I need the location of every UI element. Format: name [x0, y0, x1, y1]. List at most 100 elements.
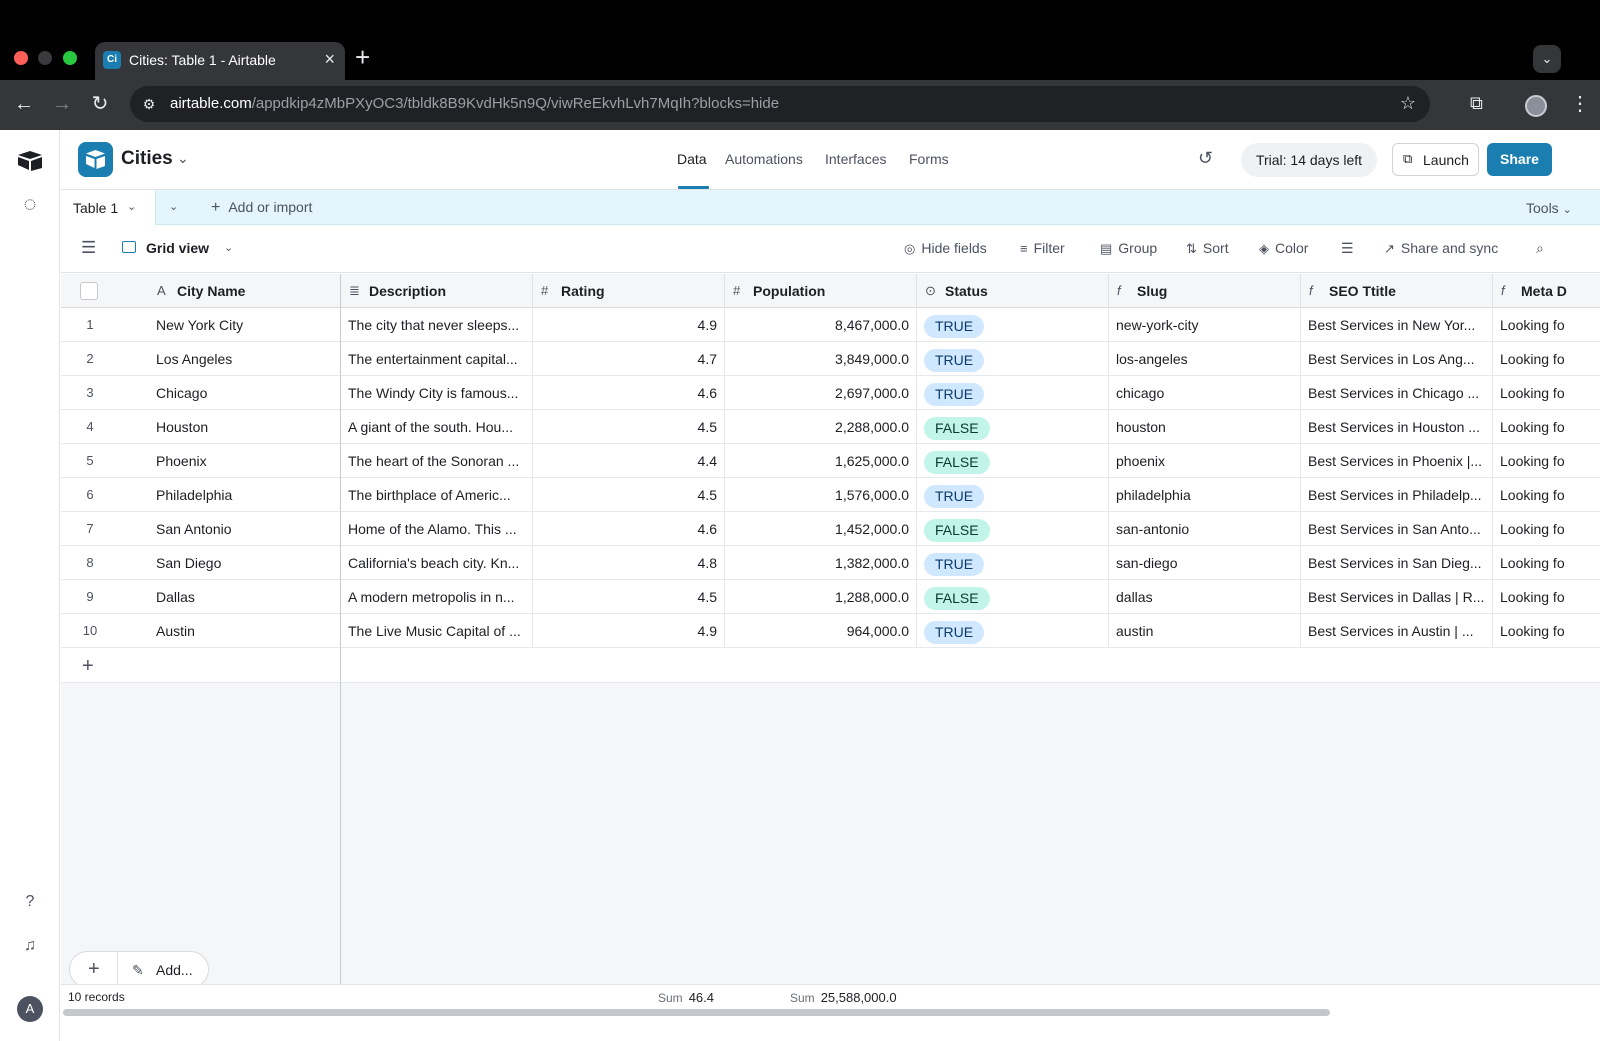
site-settings-icon[interactable]: ⚙ [140, 95, 158, 113]
group-button[interactable]: ▤ Group [1100, 240, 1157, 257]
add-or-import-button[interactable]: + Add or import [211, 199, 312, 217]
history-icon[interactable]: ↺ [1198, 148, 1213, 169]
cell-status[interactable]: FALSE [917, 444, 1109, 478]
cell-description[interactable]: The birthplace of Americ... [341, 478, 533, 512]
cell-rating[interactable]: 4.5 [533, 410, 725, 444]
cell-city-name[interactable]: Houston [149, 410, 341, 444]
all-tables-chevron-icon[interactable]: ⌄ [169, 200, 178, 213]
cell-city-name[interactable]: New York City [149, 308, 341, 342]
cell-description[interactable]: The Live Music Capital of ... [341, 614, 533, 648]
cell-slug[interactable]: chicago [1109, 376, 1301, 410]
table-row[interactable]: 1 New York City The city that never sleeps… [61, 308, 1600, 342]
reload-icon[interactable]: ↻ [86, 90, 114, 118]
view-menu-chevron-icon[interactable]: ⌄ [224, 241, 233, 254]
cell-city-name[interactable]: Los Angeles [149, 342, 341, 376]
window-close-button[interactable] [14, 51, 28, 65]
forward-arrow-icon[interactable]: → [48, 90, 76, 118]
column-header-status[interactable]: ⊙ Status [917, 274, 1109, 308]
cell-seo-title[interactable]: Best Services in Chicago ... [1301, 376, 1493, 410]
column-header-slug[interactable]: f Slug [1109, 274, 1301, 308]
cell-slug[interactable]: san-diego [1109, 546, 1301, 580]
tab-forms[interactable]: Forms [909, 151, 949, 167]
table-row[interactable]: 10 Austin The Live Music Capital of ... 4.9… [61, 614, 1600, 648]
cell-meta-description[interactable]: Looking fo [1493, 376, 1600, 410]
cell-status[interactable]: FALSE [917, 512, 1109, 546]
cell-city-name[interactable]: San Antonio [149, 512, 341, 546]
cell-rating[interactable]: 4.4 [533, 444, 725, 478]
sort-button[interactable]: ⇅ Sort [1186, 240, 1229, 257]
cell-description[interactable]: The entertainment capital... [341, 342, 533, 376]
cell-description[interactable]: The city that never sleeps... [341, 308, 533, 342]
cell-rating[interactable]: 4.6 [533, 512, 725, 546]
extensions-icon[interactable]: ⧉ [1470, 93, 1483, 114]
base-icon[interactable] [78, 142, 113, 177]
base-menu-chevron-icon[interactable]: ⌄ [177, 150, 189, 167]
column-header-population[interactable]: # Population [725, 274, 917, 308]
cell-city-name[interactable]: Phoenix [149, 444, 341, 478]
cell-population[interactable]: 3,849,000.0 [725, 342, 917, 376]
share-and-sync-button[interactable]: ↗ Share and sync [1384, 240, 1498, 257]
cell-description[interactable]: The Windy City is famous... [341, 376, 533, 410]
new-tab-icon[interactable]: + [355, 44, 370, 70]
rating-sum[interactable]: Sum 46.4 [658, 990, 714, 1005]
cell-description[interactable]: The heart of the Sonoran ... [341, 444, 533, 478]
address-bar[interactable]: ⚙ airtable.com/appdkip4zMbPXyOC3/tbldk8B… [130, 86, 1430, 122]
notifications-bell-icon[interactable]: ♫ [18, 934, 42, 958]
window-zoom-button[interactable] [63, 51, 77, 65]
cell-status[interactable]: TRUE [917, 546, 1109, 580]
cell-rating[interactable]: 4.7 [533, 342, 725, 376]
column-header-city-name[interactable]: A City Name [149, 274, 341, 308]
cell-population[interactable]: 1,576,000.0 [725, 478, 917, 512]
cell-meta-description[interactable]: Looking fo [1493, 410, 1600, 444]
cell-meta-description[interactable]: Looking fo [1493, 478, 1600, 512]
cell-description[interactable]: Home of the Alamo. This ... [341, 512, 533, 546]
cell-description[interactable]: A giant of the south. Hou... [341, 410, 533, 444]
cell-seo-title[interactable]: Best Services in Houston ... [1301, 410, 1493, 444]
column-header-meta-description[interactable]: f Meta D [1493, 274, 1600, 308]
cell-slug[interactable]: austin [1109, 614, 1301, 648]
cell-population[interactable]: 1,452,000.0 [725, 512, 917, 546]
cell-slug[interactable]: los-angeles [1109, 342, 1301, 376]
tab-interfaces[interactable]: Interfaces [825, 151, 886, 167]
window-minimize-button[interactable] [38, 51, 52, 65]
browser-tab[interactable]: Ci Cities: Table 1 - Airtable × [95, 42, 345, 80]
cell-description[interactable]: A modern metropolis in n... [341, 580, 533, 614]
population-sum[interactable]: Sum 25,588,000.0 [790, 990, 897, 1005]
add-plus-icon[interactable]: + [88, 958, 100, 981]
cell-rating[interactable]: 4.6 [533, 376, 725, 410]
base-name[interactable]: Cities [121, 148, 173, 170]
cell-city-name[interactable]: Chicago [149, 376, 341, 410]
tab-close-icon[interactable]: × [324, 49, 335, 70]
cell-status[interactable]: FALSE [917, 580, 1109, 614]
table-row[interactable]: 6 Philadelphia The birthplace of Americ...… [61, 478, 1600, 512]
add-record-plus-icon[interactable]: + [82, 655, 94, 678]
column-header-rating[interactable]: # Rating [533, 274, 725, 308]
table-row[interactable]: 8 San Diego California's beach city. Kn...… [61, 546, 1600, 580]
table-tab-table-1[interactable]: Table 1 ⌄ [61, 190, 156, 226]
cell-population[interactable]: 2,697,000.0 [725, 376, 917, 410]
row-height-icon[interactable]: ☰ [1341, 240, 1354, 257]
profile-avatar-icon[interactable] [1525, 95, 1547, 117]
magic-wand-icon[interactable]: ✎ [132, 962, 144, 979]
cell-description[interactable]: California's beach city. Kn... [341, 546, 533, 580]
table-row[interactable]: 2 Los Angeles The entertainment capital...… [61, 342, 1600, 376]
table-row[interactable]: 7 San Antonio Home of the Alamo. This ... 4… [61, 512, 1600, 546]
cell-meta-description[interactable]: Looking fo [1493, 512, 1600, 546]
share-button[interactable]: Share [1487, 143, 1552, 176]
cell-status[interactable]: TRUE [917, 308, 1109, 342]
cell-status[interactable]: TRUE [917, 614, 1109, 648]
cell-city-name[interactable]: Philadelphia [149, 478, 341, 512]
views-sidebar-toggle-icon[interactable]: ☰ [81, 238, 96, 258]
cell-meta-description[interactable]: Looking fo [1493, 308, 1600, 342]
tab-search-chevron-icon[interactable]: ⌄ [1533, 45, 1561, 73]
cell-rating[interactable]: 4.9 [533, 614, 725, 648]
browser-menu-icon[interactable]: ⋮ [1570, 91, 1590, 116]
help-icon[interactable]: ? [18, 890, 42, 914]
cell-seo-title[interactable]: Best Services in Austin | ... [1301, 614, 1493, 648]
color-button[interactable]: ◈ Color [1259, 240, 1308, 257]
table-row[interactable]: 3 Chicago The Windy City is famous... 4.6 2,… [61, 376, 1600, 410]
omni-loader-icon[interactable]: ◌ [18, 192, 42, 216]
search-icon[interactable]: ⌕ [1536, 240, 1544, 257]
tab-automations[interactable]: Automations [725, 151, 803, 167]
cell-population[interactable]: 1,625,000.0 [725, 444, 917, 478]
